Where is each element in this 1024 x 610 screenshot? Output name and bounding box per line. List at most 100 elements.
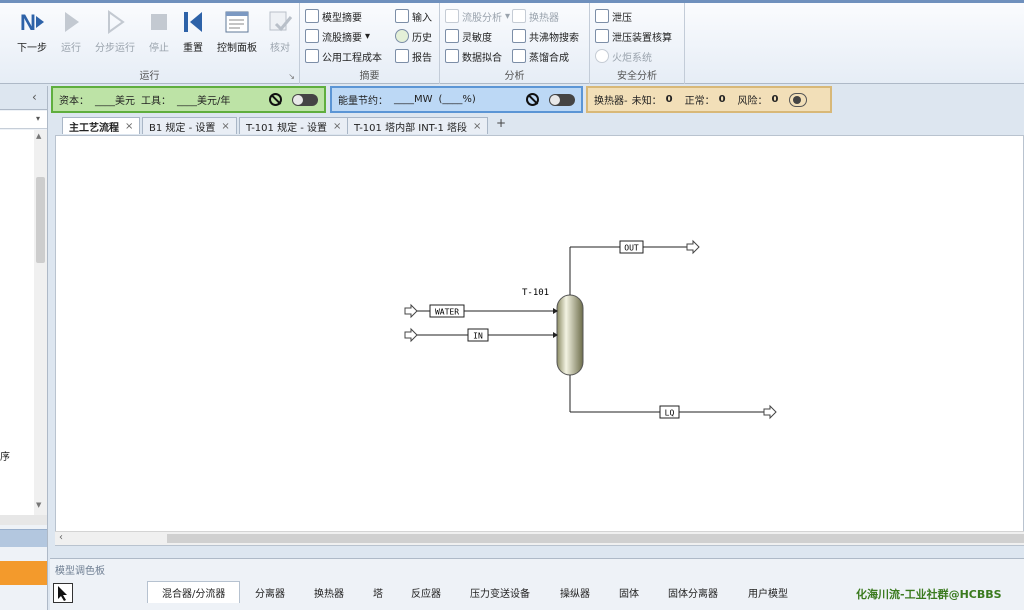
utility-cost-button[interactable]: 公用工程成本: [305, 47, 382, 65]
palette-tab-solids[interactable]: 固体: [619, 581, 639, 603]
relief-device-rating-button[interactable]: 泄压装置核算: [595, 27, 672, 45]
scroll-left-icon[interactable]: ‹: [59, 532, 63, 543]
energy-percent: (____%): [438, 94, 476, 105]
hx-unknown-label: 未知：: [631, 96, 662, 107]
safety-group-label: 安全分析: [617, 71, 657, 82]
summary-group-label: 摘要: [359, 71, 380, 82]
distillation-synthesis-button[interactable]: 蒸馏合成: [512, 47, 569, 65]
tree-horizontal-scrollbar[interactable]: [0, 515, 47, 525]
run-button[interactable]: 运行: [56, 7, 86, 57]
control-panel-label: 控制面板: [217, 43, 257, 54]
step-run-button[interactable]: 分步运行: [90, 7, 140, 57]
run-label: 运行: [61, 43, 81, 54]
control-panel-button[interactable]: 控制面板: [212, 7, 262, 57]
close-tab-icon[interactable]: ×: [125, 121, 133, 132]
model-palette: 模型调色板 混合器/分流器 分离器 换热器 塔 反应器 压力变送设备 操纵器 固…: [50, 558, 1024, 610]
model-summary-button[interactable]: 模型摘要: [305, 7, 362, 25]
heat-exchanger-status-panel: 换热器- 未知： 0 正常： 0 风险： 0: [586, 86, 832, 113]
stream-analysis-icon: [445, 9, 459, 23]
input-button[interactable]: 输入: [395, 7, 432, 25]
palette-tab-pressure-changers[interactable]: 压力变送设备: [470, 581, 530, 603]
energy-toggle[interactable]: [549, 93, 575, 106]
check-icon: [269, 11, 293, 32]
data-fit-icon: [445, 49, 459, 63]
capital-toggle[interactable]: [292, 93, 318, 106]
palette-tab-user-models[interactable]: 用户模型: [748, 581, 788, 603]
safety-group: 泄压 泄压装置核算 火炬系统 安全分析: [590, 3, 685, 84]
column-t101[interactable]: [556, 294, 584, 376]
document-tab-bar: 主工艺流程 × B1 规定 - 设置 × T-101 规定 - 设置 × T-101 …: [50, 116, 1024, 134]
azeotrope-search-icon: [512, 29, 526, 43]
palette-tab-mixers-splitters[interactable]: 混合器/分流器: [147, 581, 241, 603]
heat-exchanger-button[interactable]: 换热器: [512, 7, 559, 25]
collapse-pane-icon[interactable]: ‹: [32, 90, 37, 104]
pointer-tool[interactable]: [53, 583, 73, 603]
navigation-tree[interactable]: 序: [0, 130, 34, 515]
palette-tab-heat-exchangers[interactable]: 换热器: [314, 581, 344, 603]
scroll-down-icon[interactable]: ▼: [36, 501, 41, 509]
next-button[interactable]: N 下一步: [10, 7, 54, 57]
scroll-up-icon[interactable]: ▲: [36, 132, 41, 140]
flare-system-button[interactable]: 火炬系统: [595, 47, 652, 65]
ribbon: N 下一步 运行 分步运行 停止 重置 控制面板 核对 运行 ↘ 模型摘要 流股…: [0, 0, 1024, 84]
scroll-thumb[interactable]: [167, 534, 1024, 543]
azeotrope-search-button[interactable]: 共沸物搜索: [512, 27, 579, 45]
navigation-section-bar[interactable]: [0, 529, 47, 547]
stream-out-label: OUT: [624, 244, 639, 253]
pressure-relief-icon: [595, 9, 609, 23]
sensitivity-button[interactable]: 灵敏度: [445, 27, 492, 45]
energy-value: ____MW: [394, 94, 433, 105]
data-fit-button[interactable]: 数据拟合: [445, 47, 502, 65]
stream-summary-button[interactable]: 流股摘要 ▾: [305, 27, 370, 45]
next-icon: N: [20, 10, 44, 35]
canvas-horizontal-scrollbar[interactable]: ‹: [55, 531, 1024, 545]
report-button[interactable]: 报告: [395, 47, 432, 65]
pressure-relief-button[interactable]: 泄压: [595, 7, 632, 25]
tab-main-flowsheet[interactable]: 主工艺流程 ×: [62, 117, 141, 134]
tab-t101-spec[interactable]: T-101 规定 - 设置 ×: [239, 117, 349, 134]
stream-lq-label: LQ: [665, 409, 675, 418]
utility-value: ____美元/年: [177, 96, 231, 107]
stop-button[interactable]: 停止: [144, 7, 174, 57]
palette-tab-solids-separators[interactable]: 固体分离器: [668, 581, 718, 603]
add-tab-icon[interactable]: +: [496, 116, 506, 130]
navigation-pane-header: ‹: [0, 86, 47, 110]
step-run-label: 分步运行: [95, 43, 135, 54]
close-tab-icon[interactable]: ×: [473, 121, 481, 132]
tab-b1-spec[interactable]: B1 规定 - 设置 ×: [142, 117, 237, 134]
palette-tab-reactors[interactable]: 反应器: [411, 581, 441, 603]
check-button[interactable]: 核对: [264, 7, 296, 57]
tab-t101-internals[interactable]: T-101 塔内部 INT-1 塔段 ×: [347, 117, 489, 134]
navigation-pane: ‹ ▾ 序 ▲ ▼: [0, 86, 48, 610]
step-run-icon: [108, 10, 125, 34]
history-button[interactable]: 历史: [395, 27, 432, 45]
hx-unknown-count: 0: [665, 94, 673, 105]
flare-system-icon: [595, 49, 609, 63]
reset-button[interactable]: 重置: [178, 7, 208, 57]
history-icon: [395, 29, 409, 43]
pointer-icon: [58, 586, 67, 601]
tree-vertical-scrollbar[interactable]: ▲ ▼: [34, 130, 47, 515]
navigation-dropdown[interactable]: ▾: [0, 111, 47, 129]
stop-icon: [151, 14, 167, 30]
navigation-section-highlight[interactable]: [0, 561, 47, 585]
utility-label: 工具：: [141, 96, 171, 107]
dropdown-arrow-icon: ▾: [505, 10, 511, 22]
feed-arrow-icon: [404, 303, 418, 319]
scroll-thumb[interactable]: [36, 177, 45, 263]
distillation-synthesis-icon: [512, 49, 526, 63]
stream-summary-icon: [305, 29, 319, 43]
stream-analysis-button[interactable]: 流股分析 ▾: [445, 7, 510, 25]
flowsheet-canvas[interactable]: T-101 WATER IN OUT LQ: [55, 135, 1024, 546]
close-tab-icon[interactable]: ×: [333, 121, 341, 132]
palette-title: 模型调色板: [55, 566, 105, 577]
capital-value: ____美元: [95, 96, 135, 107]
palette-tab-manipulators[interactable]: 操纵器: [560, 581, 590, 603]
dialog-launcher-icon[interactable]: ↘: [288, 72, 295, 81]
palette-tab-columns[interactable]: 塔: [373, 581, 383, 603]
stop-label: 停止: [149, 43, 169, 54]
hx-settings-icon[interactable]: [788, 92, 807, 107]
palette-tab-separators[interactable]: 分离器: [255, 581, 285, 603]
hx-risk-count: 0: [771, 94, 779, 105]
close-tab-icon[interactable]: ×: [221, 121, 229, 132]
